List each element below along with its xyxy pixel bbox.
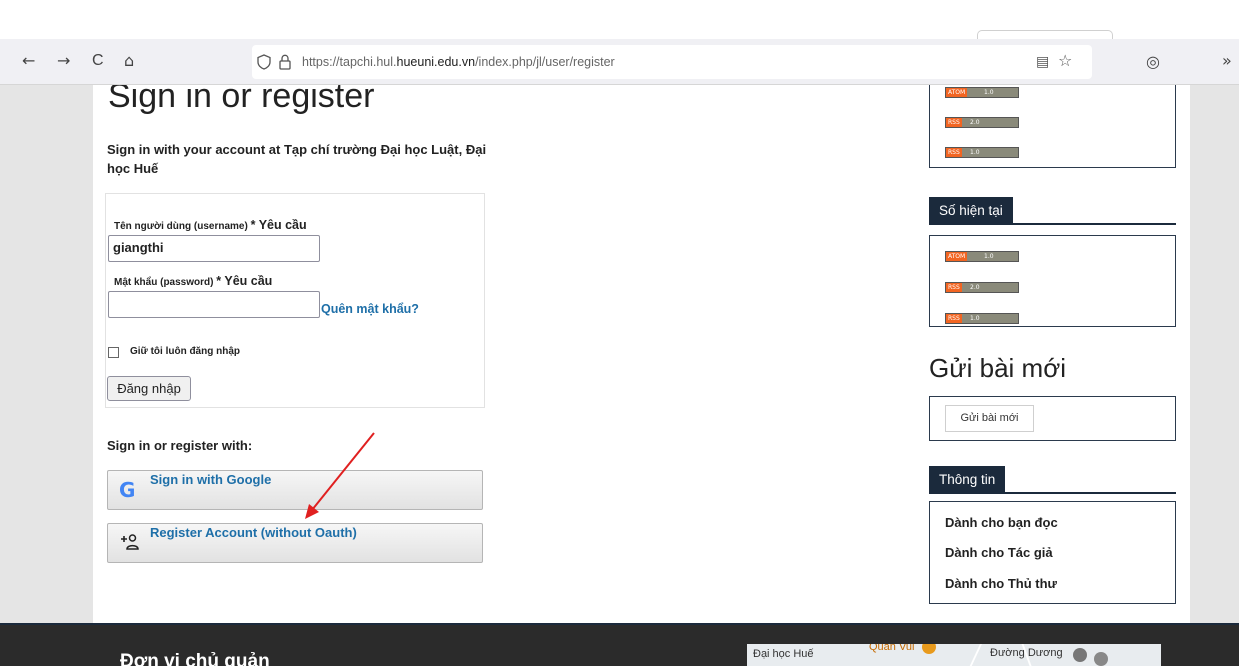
site-footer: Đơn vị chủ quản Đại học Huế Quán Vui Đườ… — [0, 623, 1239, 666]
reload-icon[interactable]: C — [92, 53, 104, 69]
remember-me-checkbox[interactable] — [108, 347, 119, 358]
url-text[interactable]: https://tapchi.hul.hueuni.edu.vn/index.p… — [302, 55, 615, 69]
register-with-heading: Sign in or register with: — [107, 438, 253, 453]
footer-title: Đơn vị chủ quản — [120, 651, 270, 666]
forward-arrow-icon[interactable]: → — [57, 53, 70, 69]
rss2-feed-badge[interactable]: RSS 2.0 — [945, 282, 1019, 293]
overflow-menu-icon[interactable]: » — [1222, 53, 1232, 69]
info-box: Dành cho bạn đọc Dành cho Tác giả Dành c… — [929, 501, 1176, 604]
password-label: Mật khẩu (password) * Yêu cầu — [114, 274, 273, 288]
info-divider — [929, 492, 1176, 494]
atom-feed-badge[interactable]: ATOM 1.0 — [945, 251, 1019, 262]
info-title: Thông tin — [929, 466, 1006, 493]
add-user-icon — [120, 532, 140, 557]
info-link-librarians[interactable]: Dành cho Thủ thư — [945, 576, 1057, 591]
google-signin-label: Sign in with Google — [150, 472, 272, 487]
submit-heading: Gửi bài mới — [929, 353, 1067, 383]
info-link-readers[interactable]: Dành cho bạn đọc — [945, 515, 1058, 530]
submit-article-button[interactable]: Gửi bài mới — [945, 405, 1034, 432]
register-account-button[interactable]: Register Account (without Oauth) — [107, 523, 483, 563]
rss1-feed-badge[interactable]: RSS 1.0 — [945, 147, 1019, 158]
pocket-icon[interactable]: ◎ — [1146, 54, 1160, 70]
current-issue-title: Số hiện tại — [929, 197, 1013, 224]
map-road — [905, 644, 985, 666]
map-pin-icon — [1094, 652, 1108, 666]
back-arrow-icon[interactable]: ← — [22, 53, 35, 69]
feeds-box-current: ATOM 1.0 RSS 2.0 RSS 1.0 — [929, 235, 1176, 327]
info-link-authors[interactable]: Dành cho Tác giả — [945, 545, 1053, 560]
password-input[interactable] — [108, 291, 320, 318]
login-form: Tên người dùng (username) * Yêu cầu gian… — [105, 193, 485, 408]
embedded-map[interactable]: Đại học Huế Quán Vui Đường Dương — [747, 644, 1161, 666]
rss2-feed-badge[interactable]: RSS 2.0 — [945, 117, 1019, 128]
map-label-quan-vui: Quán Vui — [869, 644, 915, 653]
google-icon: G — [119, 478, 136, 502]
home-icon[interactable]: ⌂ — [124, 53, 134, 69]
sign-in-intro: Sign in with your account at Tạp chí trư… — [107, 142, 487, 176]
reader-view-icon[interactable]: ▤ — [1036, 54, 1049, 70]
register-account-label: Register Account (without Oauth) — [150, 525, 357, 540]
rss1-feed-badge[interactable]: RSS 1.0 — [945, 313, 1019, 324]
remember-me-label[interactable]: Giữ tôi luôn đăng nhập — [130, 346, 240, 357]
username-label: Tên người dùng (username) * Yêu cầu — [114, 218, 307, 232]
map-pin-icon — [1073, 648, 1087, 662]
username-input[interactable]: giangthi — [108, 235, 320, 262]
atom-feed-badge[interactable]: ATOM 1.0 — [945, 87, 1019, 98]
shield-icon — [257, 54, 271, 74]
page-viewport: Sign in or register Sign in with your ac… — [0, 85, 1239, 666]
map-label-duong-duong: Đường Dương — [990, 647, 1063, 659]
page-content: Sign in or register Sign in with your ac… — [93, 85, 1190, 623]
forgot-password-link[interactable]: Quên mật khẩu? — [321, 302, 419, 316]
login-button[interactable]: Đăng nhập — [107, 376, 191, 401]
page-title: Sign in or register — [108, 85, 375, 115]
url-bar[interactable]: https://tapchi.hul.hueuni.edu.vn/index.p… — [252, 45, 1092, 79]
google-signin-button[interactable]: G Sign in with Google — [107, 470, 483, 510]
bookmark-star-icon[interactable]: ☆ — [1058, 53, 1072, 69]
lock-icon — [279, 54, 291, 74]
map-label-dai-hoc-hue: Đại học Huế — [753, 648, 814, 660]
feeds-box-top: ATOM 1.0 RSS 2.0 RSS 1.0 — [929, 85, 1176, 168]
current-issue-divider — [929, 223, 1176, 225]
submit-box: Gửi bài mới — [929, 396, 1176, 441]
